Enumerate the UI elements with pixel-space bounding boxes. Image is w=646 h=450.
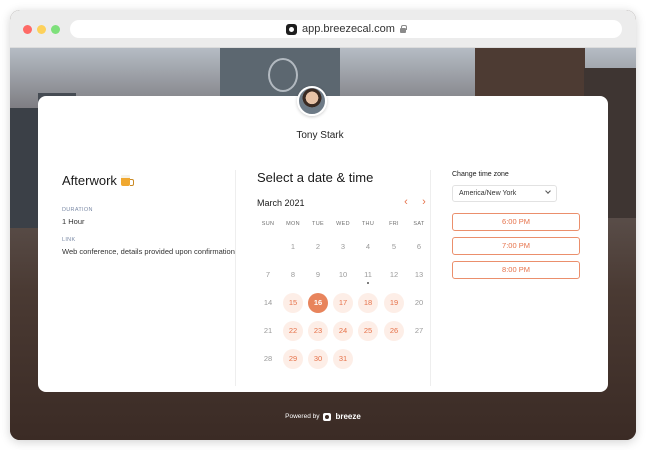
- day-available[interactable]: 18: [358, 293, 378, 313]
- day-unavailable: 12: [389, 270, 399, 279]
- avatar: [297, 86, 327, 116]
- day-unavailable: 2: [315, 242, 321, 251]
- day-unavailable: 7: [265, 270, 271, 279]
- day-unavailable: 13: [414, 270, 424, 279]
- breeze-wordmark: breeze: [335, 412, 361, 421]
- today-indicator: [367, 282, 369, 284]
- day-unavailable: 11: [358, 265, 378, 285]
- beer-icon: [120, 175, 134, 186]
- weekday-label: SUN: [261, 221, 275, 227]
- day-unavailable: 6: [416, 242, 422, 251]
- chevron-left-icon[interactable]: ‹: [400, 196, 412, 208]
- month-label: March 2021: [257, 198, 305, 208]
- close-window-button[interactable]: [23, 25, 32, 34]
- day-available[interactable]: 17: [333, 293, 353, 313]
- day-available[interactable]: 24: [333, 321, 353, 341]
- host-name: Tony Stark: [296, 130, 344, 141]
- link-value: Web conference, details provided upon co…: [62, 247, 235, 256]
- day-available[interactable]: 26: [384, 321, 404, 341]
- divider: [235, 170, 236, 386]
- time-slot-button[interactable]: 6:00 PM: [452, 213, 580, 231]
- day-unavailable: 1: [290, 242, 296, 251]
- weekday-label: FRI: [389, 221, 399, 227]
- browser-window: app.breezecal.com Tony Stark Afterwork D…: [10, 10, 636, 440]
- chevron-down-icon: [545, 188, 551, 194]
- weekday-label: WED: [336, 221, 350, 227]
- day-available[interactable]: 30: [308, 349, 328, 369]
- weekday-label: MON: [286, 221, 300, 227]
- day-unavailable: 9: [315, 270, 321, 279]
- minimize-window-button[interactable]: [37, 25, 46, 34]
- powered-by[interactable]: Powered by breeze: [10, 412, 636, 421]
- event-title-text: Afterwork: [62, 173, 117, 188]
- breeze-logo-icon: [323, 412, 332, 421]
- link-label: LINK: [62, 237, 76, 243]
- time-slot-button[interactable]: 7:00 PM: [452, 237, 580, 255]
- chevron-right-icon[interactable]: ›: [418, 196, 430, 208]
- weekday-label: TUE: [312, 221, 324, 227]
- weekday-label: THU: [361, 221, 375, 227]
- event-title: Afterwork: [62, 173, 134, 188]
- lock-icon: [399, 24, 407, 33]
- day-available[interactable]: 23: [308, 321, 328, 341]
- breeze-favicon-icon: [286, 23, 298, 35]
- calendar-heading: Select a date & time: [257, 170, 374, 185]
- duration-value: 1 Hour: [62, 217, 85, 226]
- day-unavailable: 20: [414, 298, 424, 307]
- day-unavailable: 14: [263, 298, 273, 307]
- duration-label: DURATION: [62, 207, 93, 213]
- day-available[interactable]: 31: [333, 349, 353, 369]
- timezone-value: America/New York: [459, 190, 517, 197]
- browser-titlebar: app.breezecal.com: [10, 10, 636, 48]
- day-available[interactable]: 22: [283, 321, 303, 341]
- day-available[interactable]: 19: [384, 293, 404, 313]
- day-unavailable: 5: [391, 242, 397, 251]
- url-text: app.breezecal.com: [302, 23, 395, 35]
- timezone-label: Change time zone: [452, 171, 509, 178]
- day-selected[interactable]: 16: [308, 293, 328, 313]
- timezone-select[interactable]: America/New York: [452, 185, 557, 202]
- day-unavailable: 27: [414, 326, 424, 335]
- address-bar[interactable]: app.breezecal.com: [70, 20, 622, 38]
- day-available[interactable]: 15: [283, 293, 303, 313]
- divider: [430, 170, 431, 386]
- maximize-window-button[interactable]: [51, 25, 60, 34]
- day-unavailable: 10: [338, 270, 348, 279]
- weekday-label: SAT: [413, 221, 425, 227]
- day-unavailable: 4: [365, 242, 371, 251]
- day-unavailable: 21: [263, 326, 273, 335]
- day-unavailable: 28: [263, 354, 273, 363]
- tower-logo-shape: [268, 58, 298, 92]
- time-slot-button[interactable]: 8:00 PM: [452, 261, 580, 279]
- day-unavailable: 8: [290, 270, 296, 279]
- day-unavailable: 3: [340, 242, 346, 251]
- day-available[interactable]: 25: [358, 321, 378, 341]
- powered-by-text: Powered by: [285, 413, 320, 420]
- building-shape: [10, 108, 40, 228]
- day-available[interactable]: 29: [283, 349, 303, 369]
